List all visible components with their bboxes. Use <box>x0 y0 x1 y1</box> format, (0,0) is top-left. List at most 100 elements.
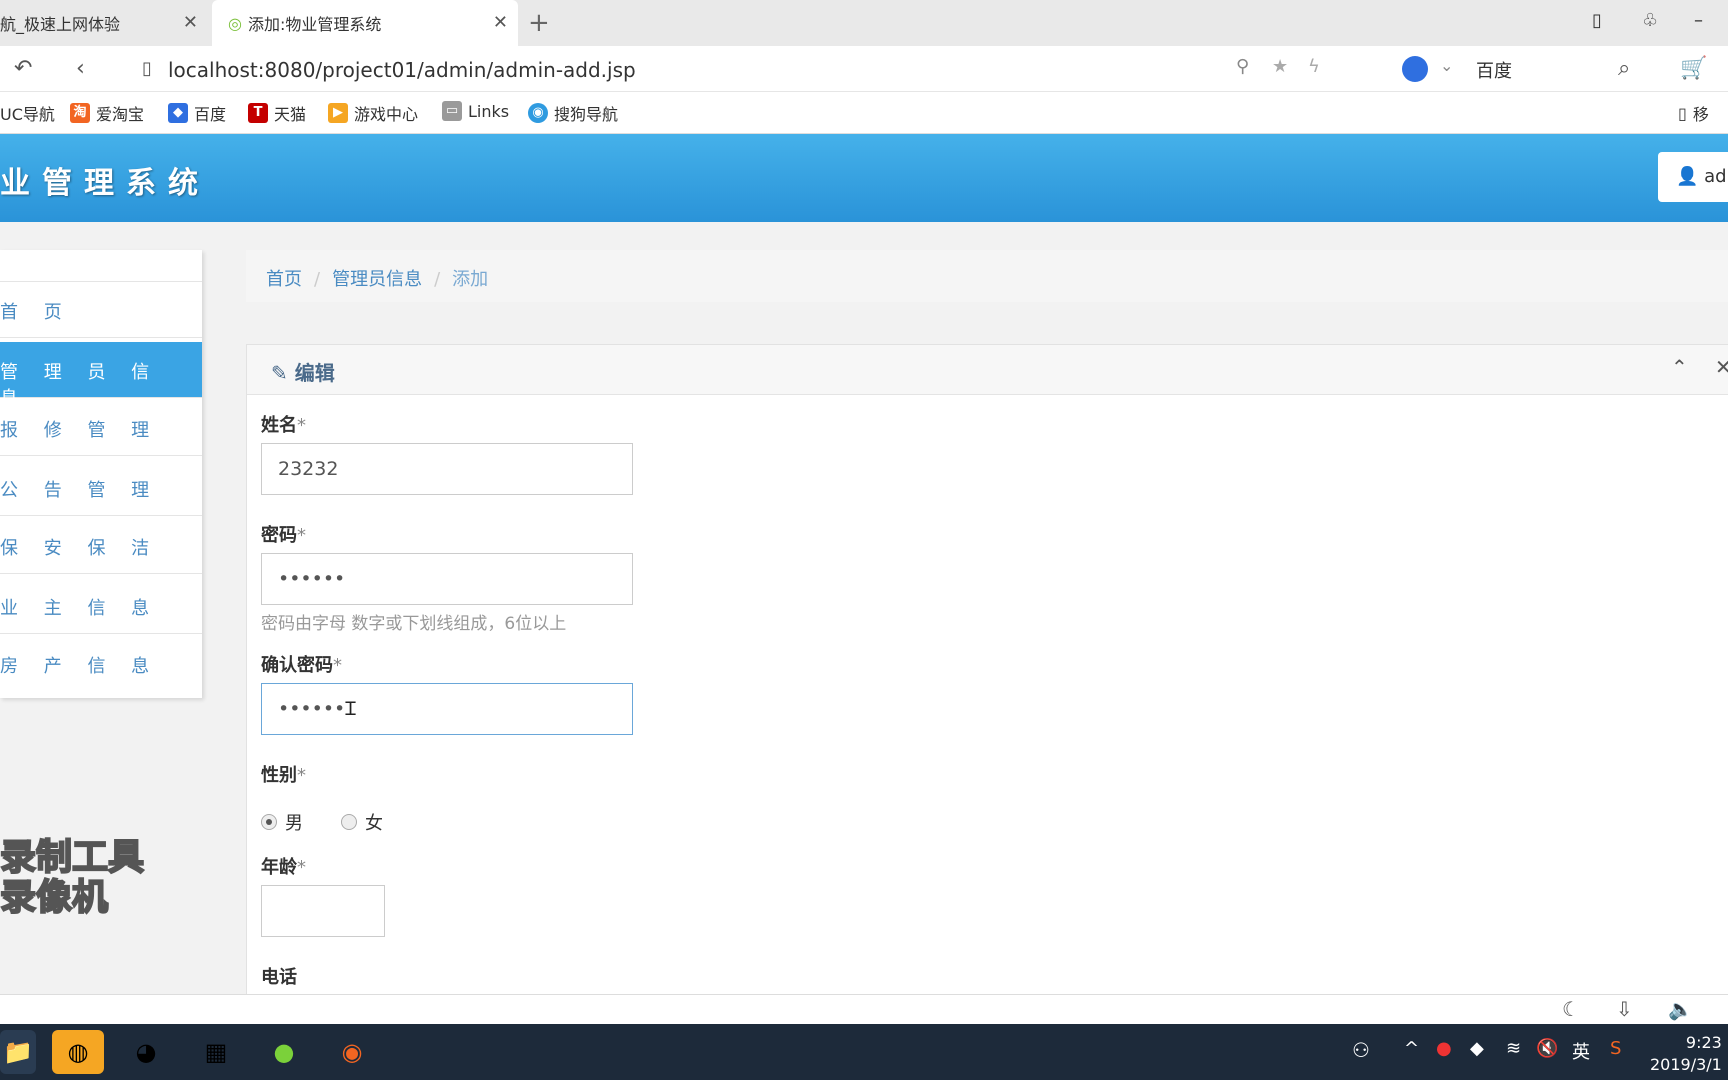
panel-header: ✎ 编辑 ⌃ ✕ <box>247 345 1728 395</box>
bookmark-label: Links <box>468 101 510 121</box>
confirm-password-input[interactable]: ••••••Ɪ <box>261 683 633 735</box>
ime-indicator[interactable]: 英 <box>1572 1038 1590 1064</box>
mobile-bookmark[interactable]: ▯ 移 <box>1678 101 1709 125</box>
bookmark-games[interactable]: ▶ 游戏中心 <box>328 101 418 125</box>
bookmark-label: 移 <box>1692 105 1709 124</box>
bookmark-baidu[interactable]: ◆ 百度 <box>168 101 226 125</box>
wifi-icon[interactable]: ≋ <box>1506 1038 1521 1059</box>
app-title: 业管理系统 <box>0 166 210 201</box>
phone-icon: ▯ <box>1678 103 1687 123</box>
browser-status-bar: ☾ ⇩ 🔈 <box>0 994 1728 1024</box>
bookmark-sogou[interactable]: ◉ 搜狗导航 <box>528 101 618 125</box>
undo-icon[interactable]: ↶ <box>14 56 32 81</box>
mute-icon[interactable]: 🔇 <box>1536 1038 1558 1059</box>
bookmark-aitaobao[interactable]: 淘爱淘宝 <box>70 101 144 125</box>
tray-icon[interactable]: ◆ <box>1470 1038 1484 1059</box>
file-explorer-icon[interactable]: 📁 <box>0 1030 36 1074</box>
password-label-text: 密码 <box>261 525 297 546</box>
loading-icon: ◎ <box>228 13 242 33</box>
app-icon[interactable]: ◕ <box>120 1030 172 1074</box>
confirm-label-text: 确认密码 <box>261 655 333 676</box>
uc-browser-icon[interactable]: ◍ <box>52 1030 104 1074</box>
close-icon[interactable]: ✕ <box>183 12 198 33</box>
gender-female-radio[interactable]: 女 <box>341 809 383 835</box>
download-icon[interactable]: ⇩ <box>1616 997 1633 1021</box>
back-icon[interactable]: ‹ <box>76 56 85 81</box>
taobao-icon: 淘 <box>70 103 90 123</box>
tray-icon[interactable]: ● <box>1436 1038 1452 1059</box>
bookmark-uc[interactable]: UC导航 <box>0 101 55 125</box>
required-mark: * <box>297 525 306 546</box>
confirm-password-label: 确认密码* <box>261 651 342 677</box>
close-icon[interactable]: ✕ <box>1715 355 1728 379</box>
sidebar-item-home[interactable]: 首 页 <box>0 282 202 338</box>
required-mark: * <box>297 857 306 878</box>
sogou-input-icon[interactable]: S <box>1610 1038 1621 1059</box>
bookmark-label: 游戏中心 <box>354 105 419 124</box>
clock-date: 2019/3/1 <box>1650 1055 1722 1074</box>
game-icon: ▶ <box>328 103 348 123</box>
user-menu-button[interactable]: 👤 adı <box>1658 152 1728 202</box>
skin-icon[interactable]: ♧ <box>1642 10 1658 31</box>
watermark-line: 录像机 <box>0 877 109 919</box>
baidu-paw-icon[interactable] <box>1402 56 1428 82</box>
password-input[interactable]: •••••• <box>261 553 633 605</box>
watermark-line: 录制工具 <box>0 837 145 879</box>
search-icon[interactable]: ⌕ <box>1618 56 1630 81</box>
breadcrumb-separator: / <box>434 269 441 290</box>
tab-active[interactable]: ◎ 添加:物业管理系统 ✕ <box>212 0 518 46</box>
phone-label: 电话 <box>261 967 297 988</box>
user-icon: 👤 <box>1676 166 1699 187</box>
breadcrumb-current: 添加 <box>452 269 489 290</box>
breadcrumb-admin-info[interactable]: 管理员信息 <box>332 269 422 290</box>
cart-icon[interactable]: 🛒 <box>1680 56 1707 81</box>
tab-label: 添加:物业管理系统 <box>247 15 382 34</box>
clock-time: 9:23 <box>1685 1033 1722 1052</box>
recorder-watermark: 录制工具 录像机 <box>0 837 145 919</box>
screen-icon[interactable]: ▯ <box>1592 10 1602 31</box>
age-input[interactable] <box>261 885 385 937</box>
chevron-up-icon[interactable]: ^ <box>1404 1038 1419 1059</box>
sidebar-item-owner[interactable]: 业 主 信 息 <box>0 578 202 634</box>
people-icon[interactable]: ⚇ <box>1352 1038 1370 1062</box>
os-taskbar: 📁 ◍ ◕ ▦ ● ◉ ⚇ ^ ● ◆ ≋ 🔇 英 S 9:23 2019/3/… <box>0 1024 1728 1080</box>
star-icon[interactable]: ★ <box>1272 56 1288 77</box>
gender-label-text: 性别 <box>261 765 297 786</box>
bookmark-tmall[interactable]: T 天猫 <box>248 101 306 125</box>
close-icon[interactable]: ✕ <box>493 12 508 33</box>
url-input[interactable]: localhost:8080/project01/admin/admin-add… <box>168 58 636 82</box>
bookmark-label: 爱淘宝 <box>96 105 145 124</box>
flash-icon[interactable]: ϟ <box>1308 56 1320 77</box>
sogou-icon: ◉ <box>528 103 548 123</box>
name-input[interactable] <box>261 443 633 495</box>
app-icon[interactable]: ● <box>258 1030 310 1074</box>
app-icon[interactable]: ◉ <box>326 1030 378 1074</box>
tab-uc[interactable]: 航_极速上网体验 ✕ <box>0 0 208 46</box>
sidebar-item-admin-info[interactable]: 管 理 员 信 息 <box>0 342 202 409</box>
sidebar: 首 页 管 理 员 信 息 报 修 管 理 公 告 管 理 保 安 保 洁 业 … <box>0 250 202 698</box>
gender-female-label: 女 <box>365 813 383 834</box>
search-engine-label[interactable]: 百度 <box>1476 57 1512 83</box>
breadcrumb-home[interactable]: 首页 <box>266 269 302 290</box>
tab-bar: 航_极速上网体验 ✕ ◎ 添加:物业管理系统 ✕ + ▯ ♧ – <box>0 0 1728 46</box>
chevron-down-icon[interactable]: ⌄ <box>1440 56 1453 75</box>
bookmark-links[interactable]: ▭ Links <box>442 101 509 121</box>
gender-male-label: 男 <box>285 813 303 834</box>
sidebar-item-security[interactable]: 保 安 保 洁 <box>0 518 202 574</box>
app-header: 业管理系统 👤 adı <box>0 134 1728 222</box>
app-icon[interactable]: ▦ <box>190 1030 242 1074</box>
sidebar-item-repair[interactable]: 报 修 管 理 <box>0 400 202 456</box>
sidebar-item-notice[interactable]: 公 告 管 理 <box>0 460 202 516</box>
night-mode-icon[interactable]: ☾ <box>1562 997 1580 1021</box>
key-icon[interactable]: ⚲ <box>1236 56 1249 77</box>
breadcrumb-separator: / <box>314 269 321 290</box>
sidebar-item-property[interactable]: 房 产 信 息 <box>0 636 202 692</box>
new-tab-icon[interactable]: + <box>528 8 550 38</box>
collapse-icon[interactable]: ⌃ <box>1671 355 1688 379</box>
volume-icon[interactable]: 🔈 <box>1668 997 1693 1021</box>
password-hint: 密码由字母 数字或下划线组成，6位以上 <box>261 614 567 634</box>
gender-male-radio[interactable]: 男 <box>261 809 303 835</box>
clock[interactable]: 9:23 2019/3/1 <box>1650 1032 1722 1076</box>
minimize-icon[interactable]: – <box>1694 10 1703 31</box>
radio-checked-icon <box>261 814 277 830</box>
